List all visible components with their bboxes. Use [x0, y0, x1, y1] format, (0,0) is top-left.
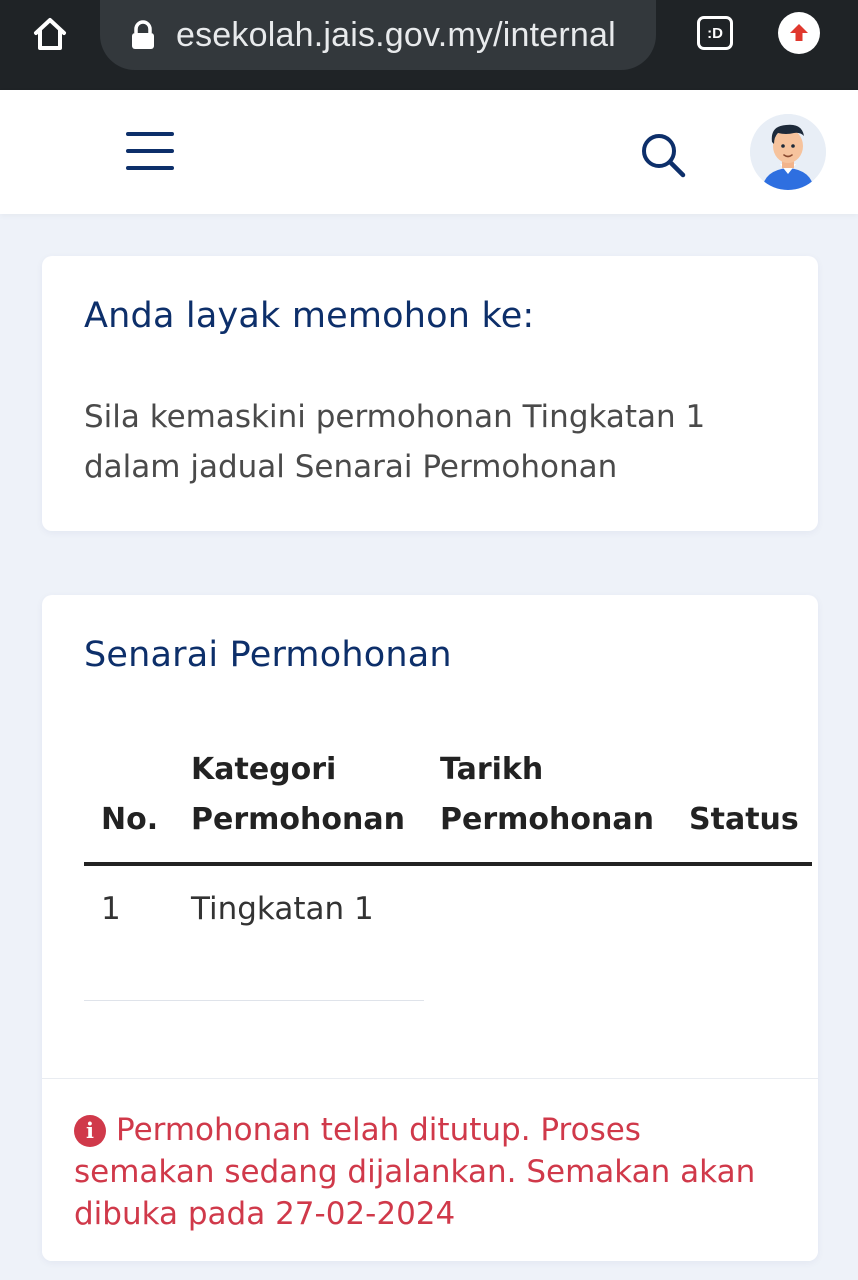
upload-arrow-icon — [790, 24, 808, 41]
header-line: Kategori — [191, 752, 337, 787]
applications-title: Senarai Permohonan — [84, 635, 452, 675]
header-line: No. — [101, 802, 159, 837]
cell-category: Tingkatan 1 — [191, 891, 374, 927]
menu-bar — [126, 149, 174, 153]
table-header: No. Kategori Permohonan Tarikh Permohona… — [42, 745, 818, 863]
browser-toolbar: esekolah.jais.gov.my/internal :D — [0, 0, 858, 90]
address-bar[interactable]: esekolah.jais.gov.my/internal — [100, 0, 656, 70]
menu-bar — [126, 132, 174, 136]
table-header-divider — [84, 862, 812, 866]
extension-button[interactable] — [778, 12, 820, 54]
url-text: esekolah.jais.gov.my/internal — [176, 15, 616, 54]
alert-text: Permohonan telah ditutup. Proses semakan… — [74, 1112, 756, 1232]
search-button[interactable] — [638, 130, 688, 180]
tab-switcher-icon: :D — [697, 16, 733, 50]
header-line: Permohonan — [191, 802, 405, 837]
row-divider — [84, 1000, 424, 1001]
info-icon: i — [74, 1115, 106, 1147]
eligibility-card: Anda layak memohon ke: Sila kemaskini pe… — [42, 256, 818, 531]
site-header — [0, 90, 858, 214]
eligibility-title: Anda layak memohon ke: — [84, 296, 535, 336]
header-line: Status — [689, 802, 799, 837]
lock-icon — [132, 20, 154, 49]
card-footer: i Permohonan telah ditutup. Proses semaka… — [42, 1078, 818, 1261]
header-line: Tarikh — [440, 752, 544, 787]
cell-no: 1 — [101, 891, 121, 927]
user-avatar[interactable] — [750, 114, 826, 190]
header-line: Permohonan — [440, 802, 654, 837]
avatar-illustration — [750, 114, 826, 190]
menu-bar — [126, 166, 174, 170]
menu-button[interactable] — [126, 132, 174, 172]
closed-alert: i Permohonan telah ditutup. Proses semaka… — [74, 1109, 784, 1235]
home-button[interactable] — [28, 12, 72, 56]
applications-card: Senarai Permohonan No. Kategori Permohon… — [42, 595, 818, 1261]
tab-switcher-button[interactable]: :D — [694, 12, 736, 54]
column-header-date: Tarikh Permohonan — [440, 745, 654, 845]
home-icon — [34, 18, 66, 50]
eligibility-message: Sila kemaskini permohonan Tingkatan 1 da… — [84, 399, 706, 485]
search-icon — [642, 134, 686, 178]
column-header-category: Kategori Permohonan — [191, 745, 405, 845]
